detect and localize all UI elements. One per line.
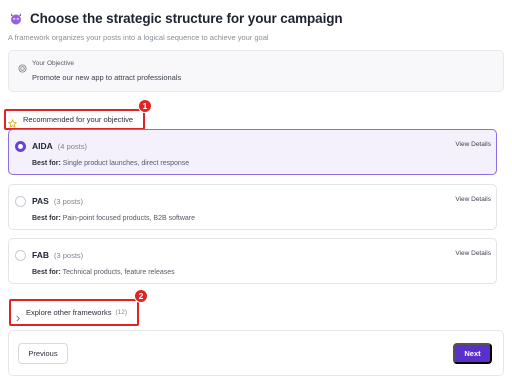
framework-post-count: (4 posts) (57, 142, 87, 151)
framework-card-pas[interactable]: PAS (3 posts) Best for: Pain-point focuse… (8, 184, 497, 230)
framework-post-count: (3 posts) (54, 251, 84, 260)
view-details-link[interactable]: View Details (455, 250, 491, 257)
radio-aida[interactable] (15, 141, 26, 152)
radio-fab[interactable] (15, 250, 26, 261)
explore-frameworks-toggle[interactable]: Explore other frameworks (12) (9, 299, 139, 326)
explore-count: (12) (115, 309, 128, 316)
framework-best-for: Best for: Single product launches, direc… (32, 160, 190, 167)
recommended-header: Recommended for your objective (4, 109, 145, 130)
objective-label: Your Objective (32, 60, 75, 67)
objective-text: Promote our new app to attract professio… (32, 73, 182, 82)
chevron-right-icon (15, 309, 21, 322)
framework-best-for: Best for: Technical products, feature re… (32, 269, 175, 276)
framework-post-count: (3 posts) (53, 197, 84, 206)
footer-navigation: Previous Next (8, 330, 504, 376)
framework-card-aida[interactable]: AIDA (4 posts) Best for: Single product l… (8, 129, 497, 175)
recommended-label: Recommended for your objective (23, 115, 134, 124)
next-button[interactable]: Next (453, 343, 492, 364)
framework-name: FAB (3 posts) (32, 250, 84, 260)
framework-card-fab[interactable]: FAB (3 posts) Best for: Technical product… (8, 238, 497, 284)
objective-card: Your Objective Promote our new app to at… (8, 50, 504, 92)
explore-label: Explore other frameworks (26, 308, 112, 317)
view-details-link[interactable]: View Details (455, 196, 491, 203)
annotation-badge-1: 1 (138, 99, 152, 113)
page-subtitle: A framework organizes your posts into a … (8, 33, 269, 42)
target-icon (18, 60, 27, 73)
view-details-link[interactable]: View Details (455, 141, 491, 148)
framework-name: PAS (3 posts) (32, 196, 84, 206)
page-header: Choose the strategic structure for your … (8, 7, 504, 29)
previous-button[interactable]: Previous (18, 343, 68, 364)
radio-pas[interactable] (15, 196, 26, 207)
page-title: Choose the strategic structure for your … (30, 10, 343, 26)
annotation-badge-2: 2 (134, 289, 148, 303)
framework-best-for: Best for: Pain-point focused products, B… (32, 215, 196, 222)
framework-name: AIDA (4 posts) (32, 141, 87, 151)
purple-mascot-icon (8, 10, 24, 26)
star-icon (7, 115, 18, 128)
